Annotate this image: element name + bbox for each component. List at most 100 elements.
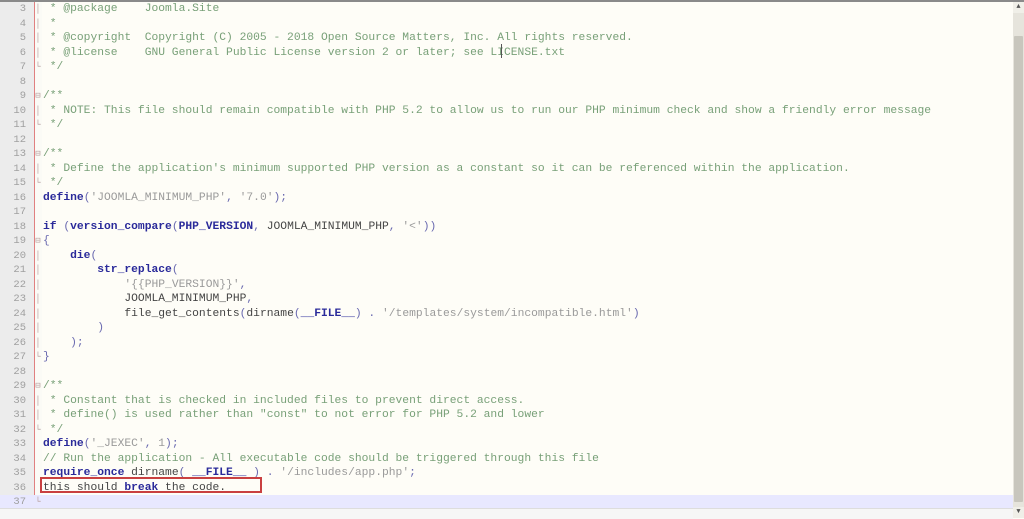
fold-toggle-icon[interactable]: ⊟ <box>34 89 42 104</box>
line-number: 30 <box>13 394 26 407</box>
code-token: , <box>253 220 267 233</box>
code-token: ( <box>171 220 179 233</box>
code-line[interactable]: 34 // Run the application - All executabl… <box>0 452 1013 467</box>
code-text: JOOMLA_MINIMUM_PHP, <box>43 292 253 307</box>
fold-guide: └ <box>35 62 41 72</box>
code-token: * NOTE: This file should remain compatib… <box>43 104 932 117</box>
line-number: 33 <box>13 438 26 450</box>
code-token: */ <box>43 119 64 131</box>
code-text: */ <box>43 60 64 75</box>
code-text: * Constant that is checked in included f… <box>43 394 525 409</box>
fold-toggle-icon[interactable]: ⊟ <box>34 379 42 394</box>
fold-guide: └ <box>35 178 41 188</box>
code-line[interactable]: 6 │ * @license GNU General Public License… <box>0 46 1013 61</box>
code-text: define('JOOMLA_MINIMUM_PHP', '7.0'); <box>43 191 287 206</box>
code-token: * define() is used rather than "const" t… <box>43 409 545 421</box>
code-token: * Define the application's minimum suppo… <box>43 162 850 175</box>
line-number: 15 <box>13 177 26 189</box>
code-token: , <box>388 220 403 233</box>
code-token: __FILE__ <box>300 307 355 320</box>
line-number: 35 <box>13 467 26 479</box>
code-text: /** <box>43 379 63 394</box>
line-number: 4 <box>19 17 26 30</box>
line-number: 8 <box>19 75 26 88</box>
line-number: 27 <box>13 351 26 363</box>
code-line[interactable]: 24 │ file_get_contents(dirname(__FILE__) … <box>0 307 1013 322</box>
line-number: 36 <box>13 481 26 494</box>
code-token: // Run the application - All executable … <box>43 452 599 465</box>
fold-toggle-icon[interactable]: ⊟ <box>34 147 42 162</box>
line-number: 17 <box>13 206 26 218</box>
code-line[interactable]: 33 define('_JEXEC', 1); <box>0 437 1013 452</box>
code-line[interactable]: 23 │ JOOMLA_MINIMUM_PHP, <box>0 292 1013 307</box>
code-token: die <box>70 249 91 262</box>
code-text: die( <box>43 249 97 264</box>
code-token: JOOMLA_MINIMUM_PHP <box>43 293 247 305</box>
code-line[interactable]: 8 <box>0 75 1013 90</box>
line-number: 13 <box>13 148 26 160</box>
code-line[interactable]: 9 ⊟/** <box>0 89 1013 104</box>
code-line[interactable]: 3 │ * @package Joomla.Site <box>0 2 1013 17</box>
code-line[interactable]: 29 ⊟/** <box>0 379 1013 394</box>
code-line[interactable]: 22 │ '{{PHP_VERSION}}', <box>0 278 1013 293</box>
code-line[interactable]: 11 └ */ <box>0 118 1013 133</box>
code-token: if <box>43 220 57 233</box>
code-line[interactable]: 13 ⊟/** <box>0 147 1013 162</box>
code-text: */ <box>43 423 64 438</box>
scroll-down-arrow-icon[interactable]: ▼ <box>1013 507 1024 518</box>
code-line[interactable]: 17 <box>0 205 1013 220</box>
code-line[interactable]: 15 └ */ <box>0 176 1013 191</box>
code-line[interactable]: 10 │ * NOTE: This file should remain comp… <box>0 104 1013 119</box>
code-line[interactable]: 19 ⊟{ <box>0 234 1013 249</box>
fold-guide: │ <box>35 410 41 420</box>
vertical-scrollbar[interactable]: ▲ ▼ <box>1013 2 1024 518</box>
code-line[interactable]: 27 └} <box>0 350 1013 365</box>
code-token: */ <box>43 423 64 436</box>
line-number: 6 <box>19 46 26 59</box>
code-line[interactable]: 32 └ */ <box>0 423 1013 438</box>
fold-guide: └ <box>35 352 41 362</box>
code-text: */ <box>43 118 64 133</box>
code-line[interactable]: 4 │ * <box>0 17 1013 32</box>
code-text: } <box>43 350 50 365</box>
code-line[interactable]: 25 │ ) <box>0 321 1013 336</box>
code-text: str_replace( <box>43 263 178 278</box>
code-line[interactable]: 18 if (version_compare(PHP_VERSION, JOOML… <box>0 220 1013 235</box>
fold-toggle-icon[interactable]: ⊟ <box>34 234 42 249</box>
code-token: file_get_contents <box>43 307 240 320</box>
fold-guide: │ <box>35 337 41 348</box>
code-line[interactable]: 7 └ */ <box>0 60 1013 75</box>
code-line[interactable]: 28 <box>0 365 1013 380</box>
code-token: /** <box>43 380 64 392</box>
line-number: 14 <box>13 162 26 175</box>
fold-guide: │ <box>35 4 41 14</box>
code-line[interactable]: 26 │ ); <box>0 336 1013 351</box>
code-token: , <box>239 278 247 291</box>
scroll-up-arrow-icon[interactable]: ▲ <box>1013 2 1024 13</box>
code-line[interactable]: 30 │ * Constant that is checked in includ… <box>0 394 1013 409</box>
code-line[interactable]: 31 │ * define() is used rather than "cons… <box>0 408 1013 423</box>
code-line[interactable]: 21 │ str_replace( <box>0 263 1013 278</box>
code-line[interactable]: 12 <box>0 133 1013 148</box>
code-token: ) <box>97 322 105 334</box>
code-line[interactable]: 5 │ * @copyright Copyright (C) 2005 - 201… <box>0 31 1013 46</box>
code-line[interactable]: 20 │ die( <box>0 249 1013 264</box>
code-text: * @license GNU General Public License ve… <box>43 46 565 61</box>
code-line[interactable]: 14 │ * Define the application's minimum s… <box>0 162 1013 177</box>
scrollbar-thumb[interactable] <box>1014 36 1023 502</box>
code-line[interactable]: 16 define('JOOMLA_MINIMUM_PHP', '7.0'); <box>0 191 1013 206</box>
code-token: ); <box>70 336 84 349</box>
fold-guide: │ <box>35 323 41 333</box>
line-number: 5 <box>19 32 26 44</box>
fold-guide: │ <box>35 105 41 116</box>
code-token: ); <box>273 191 288 204</box>
code-token: } <box>43 351 50 363</box>
line-number: 16 <box>13 191 26 204</box>
line-number: 24 <box>13 307 26 320</box>
code-token: dirname <box>246 307 294 320</box>
code-token: * <box>43 17 57 30</box>
code-editor[interactable]: 3 │ * @package Joomla.Site 4 │ * 5 │ * @copyr… <box>0 2 1013 510</box>
code-token: version_compare <box>70 220 172 233</box>
code-token: , <box>226 191 240 204</box>
